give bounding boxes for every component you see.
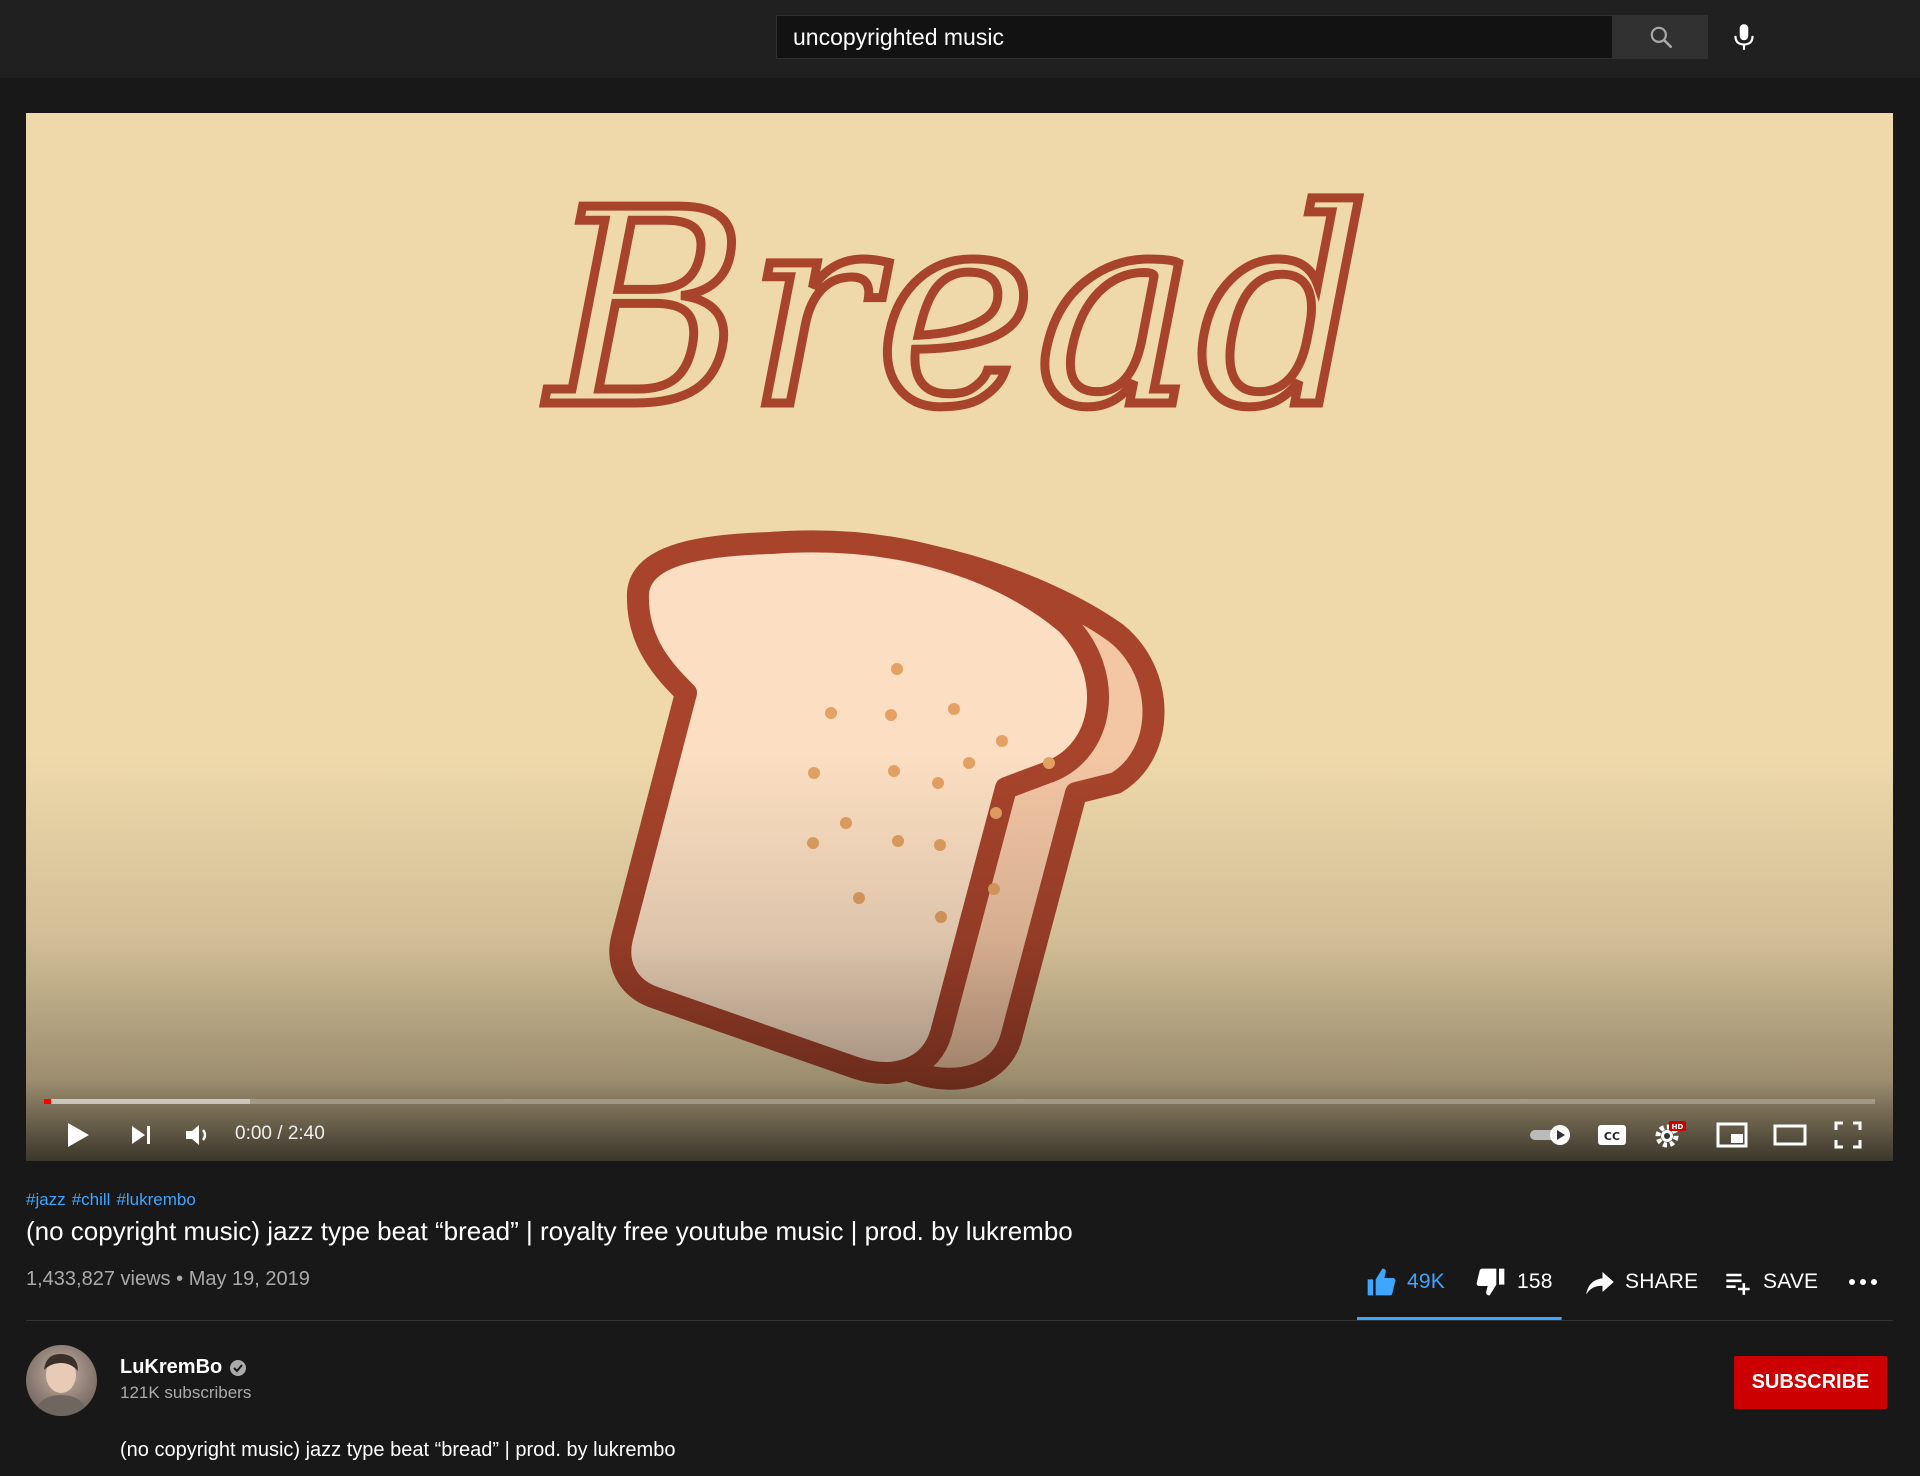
voice-search-button[interactable] [1722, 15, 1766, 59]
channel-name-link[interactable]: LuKremBo [120, 1356, 247, 1379]
progress-bar[interactable] [44, 1099, 1875, 1104]
divider [26, 1320, 1893, 1321]
share-button[interactable]: SHARE [1584, 1262, 1698, 1302]
volume-icon [186, 1125, 207, 1145]
captions-button[interactable]: CC [1590, 1113, 1634, 1157]
thumbnail-title: Bread [544, 152, 1369, 467]
hashtag-link[interactable]: #jazz [26, 1190, 66, 1209]
thumbs-up-icon [1367, 1268, 1396, 1296]
captions-icon: CC [1598, 1125, 1626, 1145]
hashtag-link[interactable]: #lukrembo [116, 1190, 195, 1209]
fullscreen-icon [1834, 1121, 1862, 1149]
save-label: SAVE [1763, 1270, 1819, 1293]
video-description: (no copyright music) jazz type beat “bre… [120, 1439, 676, 1461]
avatar[interactable] [26, 1345, 97, 1416]
autoplay-toggle-icon [1530, 1125, 1570, 1145]
svg-text:CC: CC [1604, 1130, 1620, 1143]
theater-mode-icon [1773, 1124, 1807, 1146]
subscribe-button[interactable]: SUBSCRIBE [1734, 1356, 1887, 1409]
next-button[interactable] [119, 1113, 163, 1157]
share-label: SHARE [1625, 1270, 1699, 1293]
svg-text:HD: HD [1672, 1123, 1684, 1131]
masthead: uncopyrighted music [0, 0, 1920, 78]
dislike-button[interactable]: 158 [1474, 1262, 1553, 1302]
play-button[interactable] [56, 1113, 100, 1157]
fullscreen-button[interactable] [1826, 1113, 1870, 1157]
miniplayer-button[interactable] [1710, 1113, 1754, 1157]
video-player[interactable]: Bread 0:00 / 2:40 CC HD [26, 113, 1893, 1161]
progress-buffered [44, 1099, 250, 1104]
search-input[interactable]: uncopyrighted music [776, 15, 1613, 59]
settings-button[interactable]: HD [1648, 1113, 1692, 1157]
dislike-count: 158 [1517, 1270, 1553, 1293]
theater-mode-button[interactable] [1768, 1113, 1812, 1157]
playlist-add-icon [1726, 1273, 1750, 1295]
more-actions-button[interactable] [1848, 1262, 1878, 1302]
settings-icon: HD [1655, 1121, 1686, 1148]
volume-button[interactable] [176, 1113, 220, 1157]
like-count: 49K [1407, 1270, 1445, 1293]
thumbs-down-icon [1476, 1268, 1505, 1296]
video-title: (no copyright music) jazz type beat “bre… [26, 1216, 1073, 1246]
channel-avatar-image [34, 1353, 89, 1416]
next-icon [132, 1126, 150, 1144]
subscriber-count: 121K subscribers [120, 1383, 252, 1402]
progress-played [44, 1099, 51, 1104]
hashtags: #jazz #chill #lukrembo [26, 1190, 202, 1210]
microphone-icon [1734, 24, 1754, 50]
channel-name: LuKremBo [120, 1356, 223, 1378]
time-display: 0:00 / 2:40 [235, 1123, 325, 1144]
save-button[interactable]: SAVE [1722, 1262, 1818, 1302]
share-icon [1586, 1272, 1614, 1295]
miniplayer-icon [1716, 1122, 1748, 1148]
hashtag-link[interactable]: #chill [72, 1190, 111, 1209]
verified-icon [230, 1359, 247, 1376]
action-bar: 49K 158 SHARE SAVE [0, 1262, 1920, 1302]
search-icon [1650, 26, 1672, 49]
autoplay-toggle[interactable] [1526, 1113, 1574, 1157]
play-icon [68, 1123, 89, 1147]
search-button[interactable] [1613, 15, 1708, 59]
like-button[interactable]: 49K [1364, 1262, 1445, 1302]
more-icon [1849, 1279, 1877, 1285]
